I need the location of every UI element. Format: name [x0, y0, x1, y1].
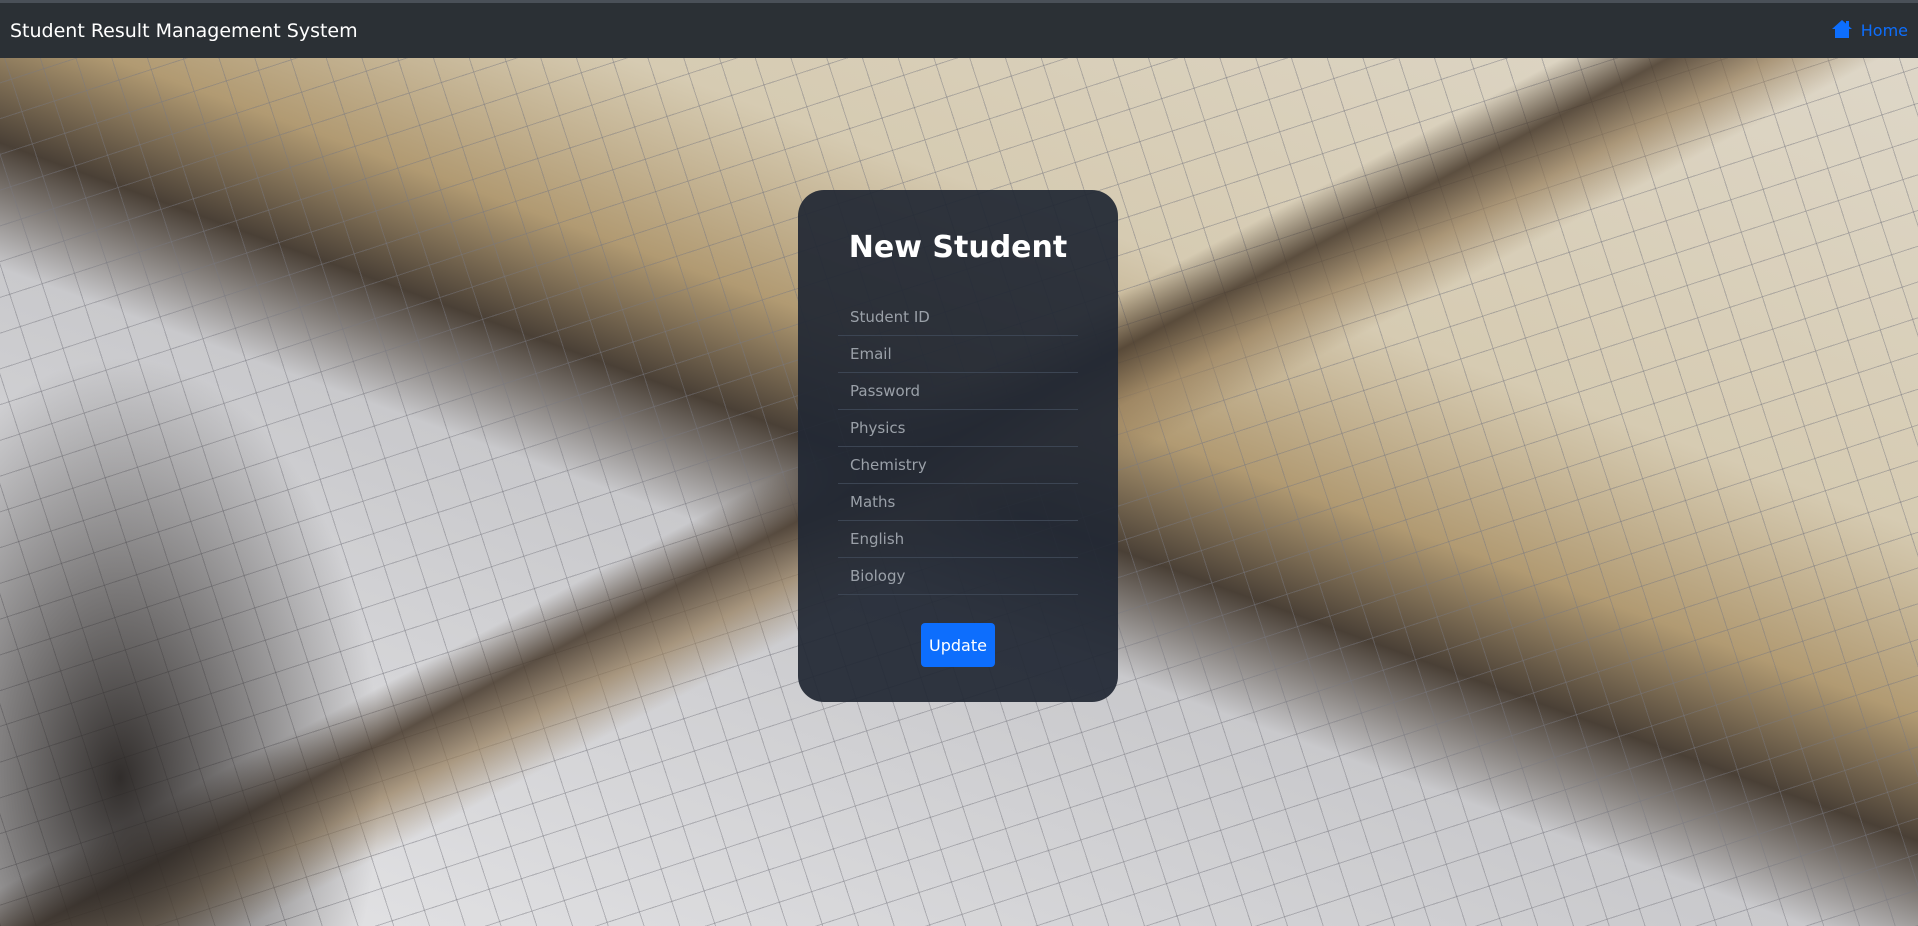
new-student-form: Update	[838, 299, 1078, 667]
home-icon	[1831, 19, 1853, 43]
english-input[interactable]	[838, 521, 1078, 558]
home-link[interactable]: Home	[1831, 19, 1908, 43]
chemistry-input[interactable]	[838, 447, 1078, 484]
student-id-input[interactable]	[838, 299, 1078, 336]
navbar: Student Result Management System Home	[0, 0, 1918, 58]
maths-input[interactable]	[838, 484, 1078, 521]
password-input[interactable]	[838, 373, 1078, 410]
new-student-card: New Student Update	[798, 190, 1118, 702]
form-title: New Student	[848, 230, 1068, 265]
biology-input[interactable]	[838, 558, 1078, 595]
update-button[interactable]: Update	[921, 623, 995, 667]
brand-title[interactable]: Student Result Management System	[10, 20, 358, 42]
email-input[interactable]	[838, 336, 1078, 373]
physics-input[interactable]	[838, 410, 1078, 447]
home-label: Home	[1860, 21, 1908, 40]
